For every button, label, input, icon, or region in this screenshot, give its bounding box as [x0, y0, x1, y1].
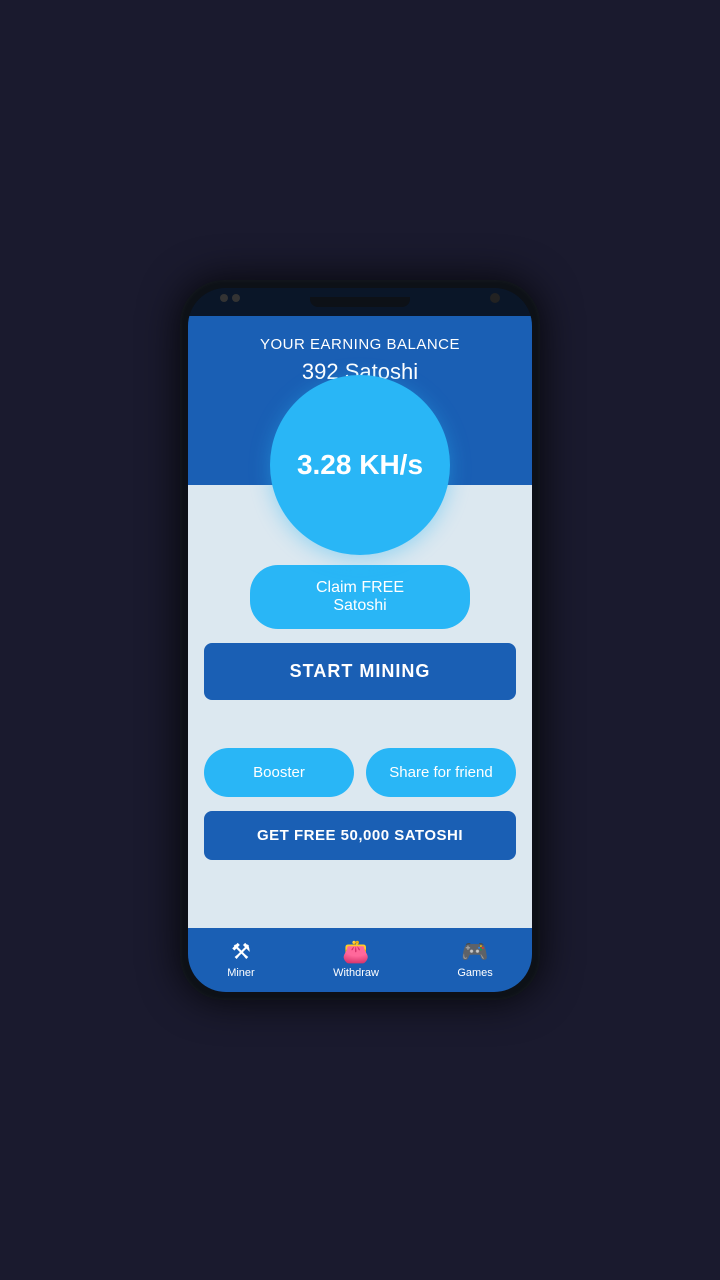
phone-screen: YOUR EARNING BALANCE 392 Satoshi 3.28 KH… [188, 288, 532, 992]
share-for-friend-button[interactable]: Share for friend [366, 748, 516, 797]
status-dot-1 [220, 294, 228, 302]
mining-speed-value: 3.28 KH/s [297, 449, 423, 481]
earning-balance-label: YOUR EARNING BALANCE [260, 336, 460, 353]
status-bar [188, 288, 532, 316]
row-buttons: Booster Share for friend [204, 748, 516, 797]
spacer [204, 714, 516, 734]
bottom-navigation: ⚒ Miner 👛 Withdraw 🎮 Games [188, 928, 532, 992]
status-bar-notch [310, 297, 410, 307]
mining-speed-circle: 3.28 KH/s [270, 375, 450, 555]
games-icon: 🎮 [461, 941, 488, 963]
withdraw-label: Withdraw [333, 967, 379, 979]
top-section: YOUR EARNING BALANCE 392 Satoshi 3.28 KH… [188, 316, 532, 485]
nav-item-miner[interactable]: ⚒ Miner [227, 941, 255, 979]
camera-icon [490, 293, 500, 303]
start-mining-button[interactable]: START MINING [204, 643, 516, 700]
status-bar-dots [220, 294, 240, 302]
app-content: YOUR EARNING BALANCE 392 Satoshi 3.28 KH… [188, 316, 532, 992]
phone-frame: YOUR EARNING BALANCE 392 Satoshi 3.28 KH… [180, 280, 540, 1000]
games-label: Games [457, 967, 492, 979]
status-dot-2 [232, 294, 240, 302]
miner-label: Miner [227, 967, 255, 979]
nav-item-withdraw[interactable]: 👛 Withdraw [333, 941, 379, 979]
nav-item-games[interactable]: 🎮 Games [457, 941, 492, 979]
withdraw-icon: 👛 [342, 941, 369, 963]
get-free-satoshi-button[interactable]: GET FREE 50,000 SATOSHI [204, 811, 516, 860]
miner-icon: ⚒ [231, 941, 251, 963]
booster-button[interactable]: Booster [204, 748, 354, 797]
claim-free-satoshi-button[interactable]: Claim FREE Satoshi [250, 565, 470, 629]
